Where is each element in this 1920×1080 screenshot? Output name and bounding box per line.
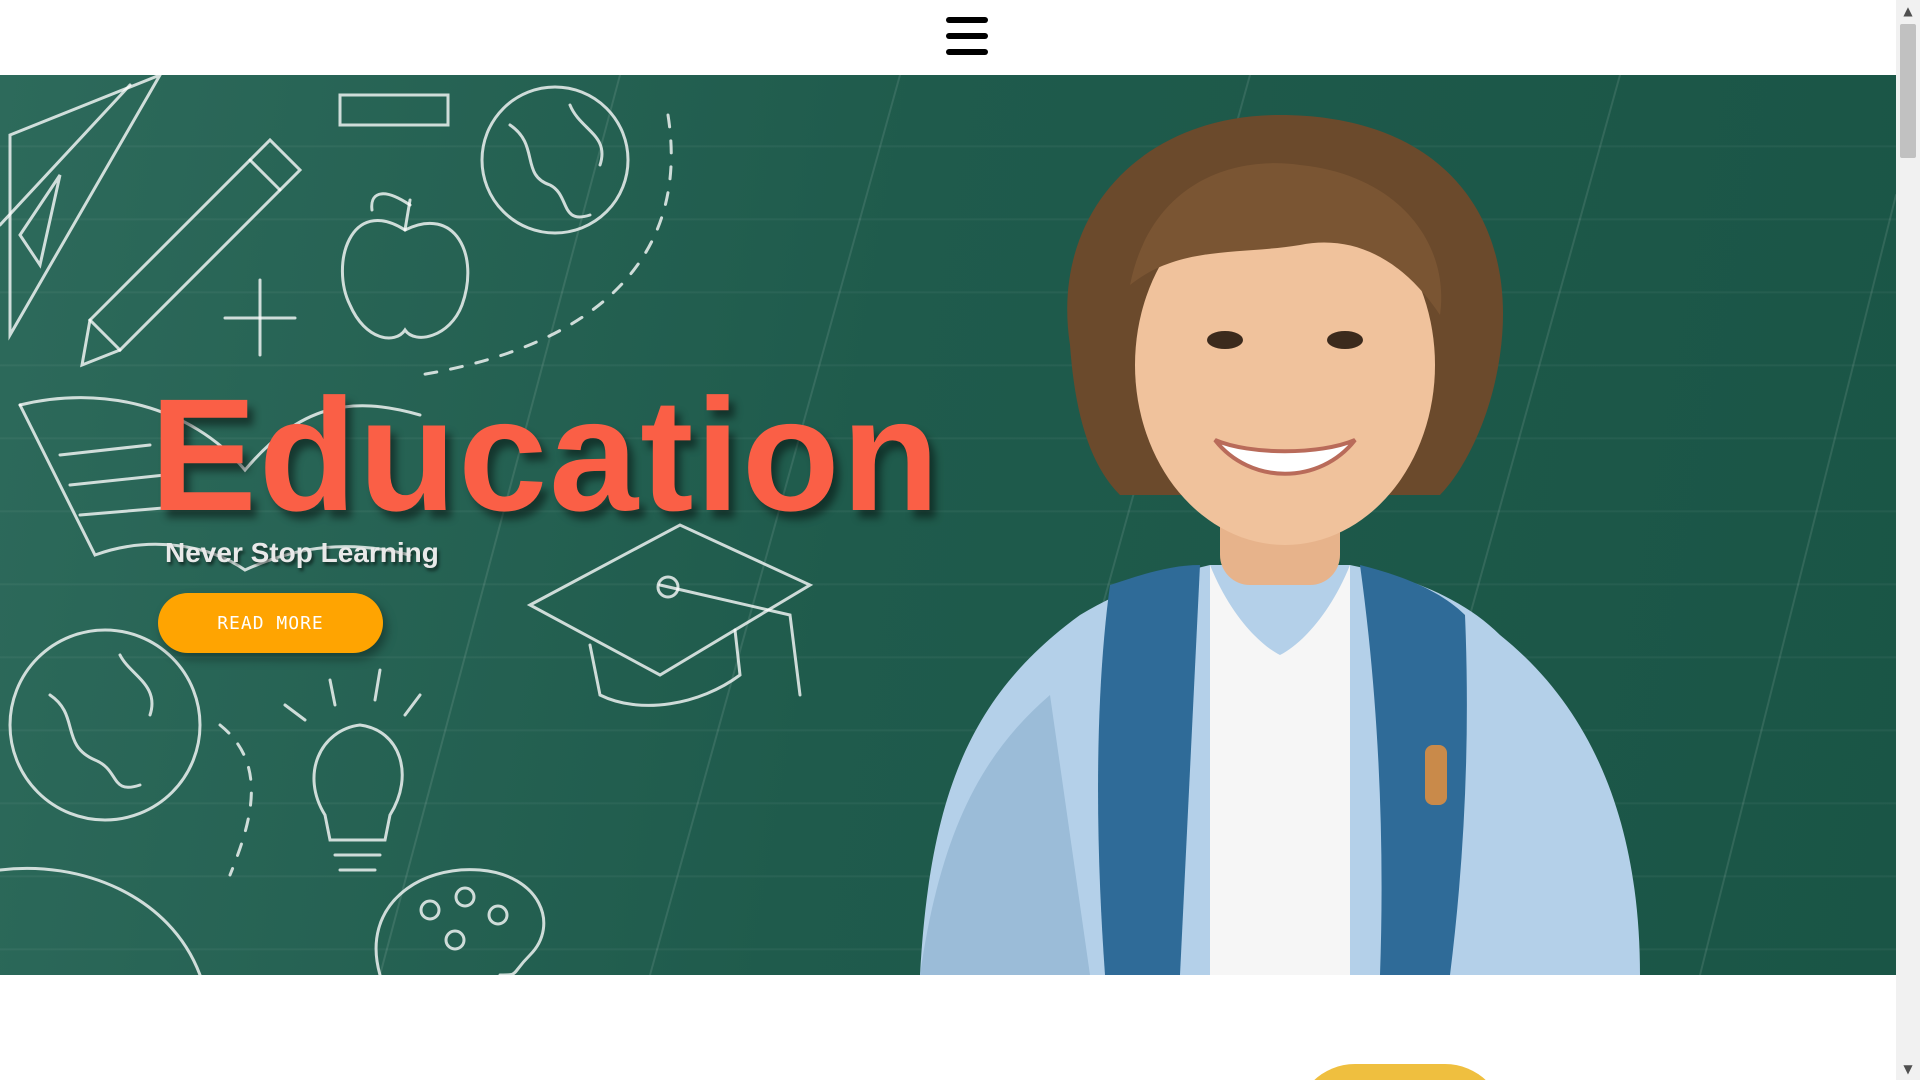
- scrollbar-thumb[interactable]: [1900, 24, 1916, 158]
- hero-subtitle: Never Stop Learning: [165, 537, 439, 568]
- scroll-up-arrow-icon[interactable]: ▲: [1896, 0, 1920, 22]
- globe-doodle-bottom: [8, 628, 202, 822]
- pencil-doodle: [80, 137, 303, 368]
- page: Education Never Stop Learning READ MORE: [0, 0, 1896, 1080]
- protractor-doodle: [0, 866, 202, 975]
- hero-title: Education: [150, 365, 942, 544]
- hamburger-menu-icon[interactable]: [946, 17, 988, 57]
- globe-doodle-top: [480, 85, 630, 235]
- strap-tag: [1425, 745, 1447, 805]
- palette-doodle: [374, 868, 546, 975]
- top-navigation-bar: [0, 0, 1896, 75]
- smiling-boy-with-backpack-image: [920, 115, 1640, 975]
- light-bulb-doodle: [283, 668, 422, 872]
- read-more-button[interactable]: READ MORE: [158, 593, 383, 653]
- rectangle-doodle: [338, 93, 450, 127]
- apple-doodle: [341, 192, 470, 340]
- dashed-curve-doodle: [218, 723, 253, 877]
- plus-doodle: [223, 278, 297, 357]
- hero-banner: Education Never Stop Learning READ MORE: [0, 75, 1896, 975]
- left-eye: [1207, 331, 1243, 349]
- ruler-triangle-doodle: [0, 75, 162, 341]
- scroll-down-arrow-icon[interactable]: ▼: [1896, 1058, 1920, 1080]
- dashed-arc-doodle: [418, 113, 673, 377]
- right-eye: [1327, 331, 1363, 349]
- vertical-scrollbar[interactable]: ▲ ▼: [1896, 0, 1920, 1080]
- yellow-semicircle-decoration: [1295, 1064, 1505, 1080]
